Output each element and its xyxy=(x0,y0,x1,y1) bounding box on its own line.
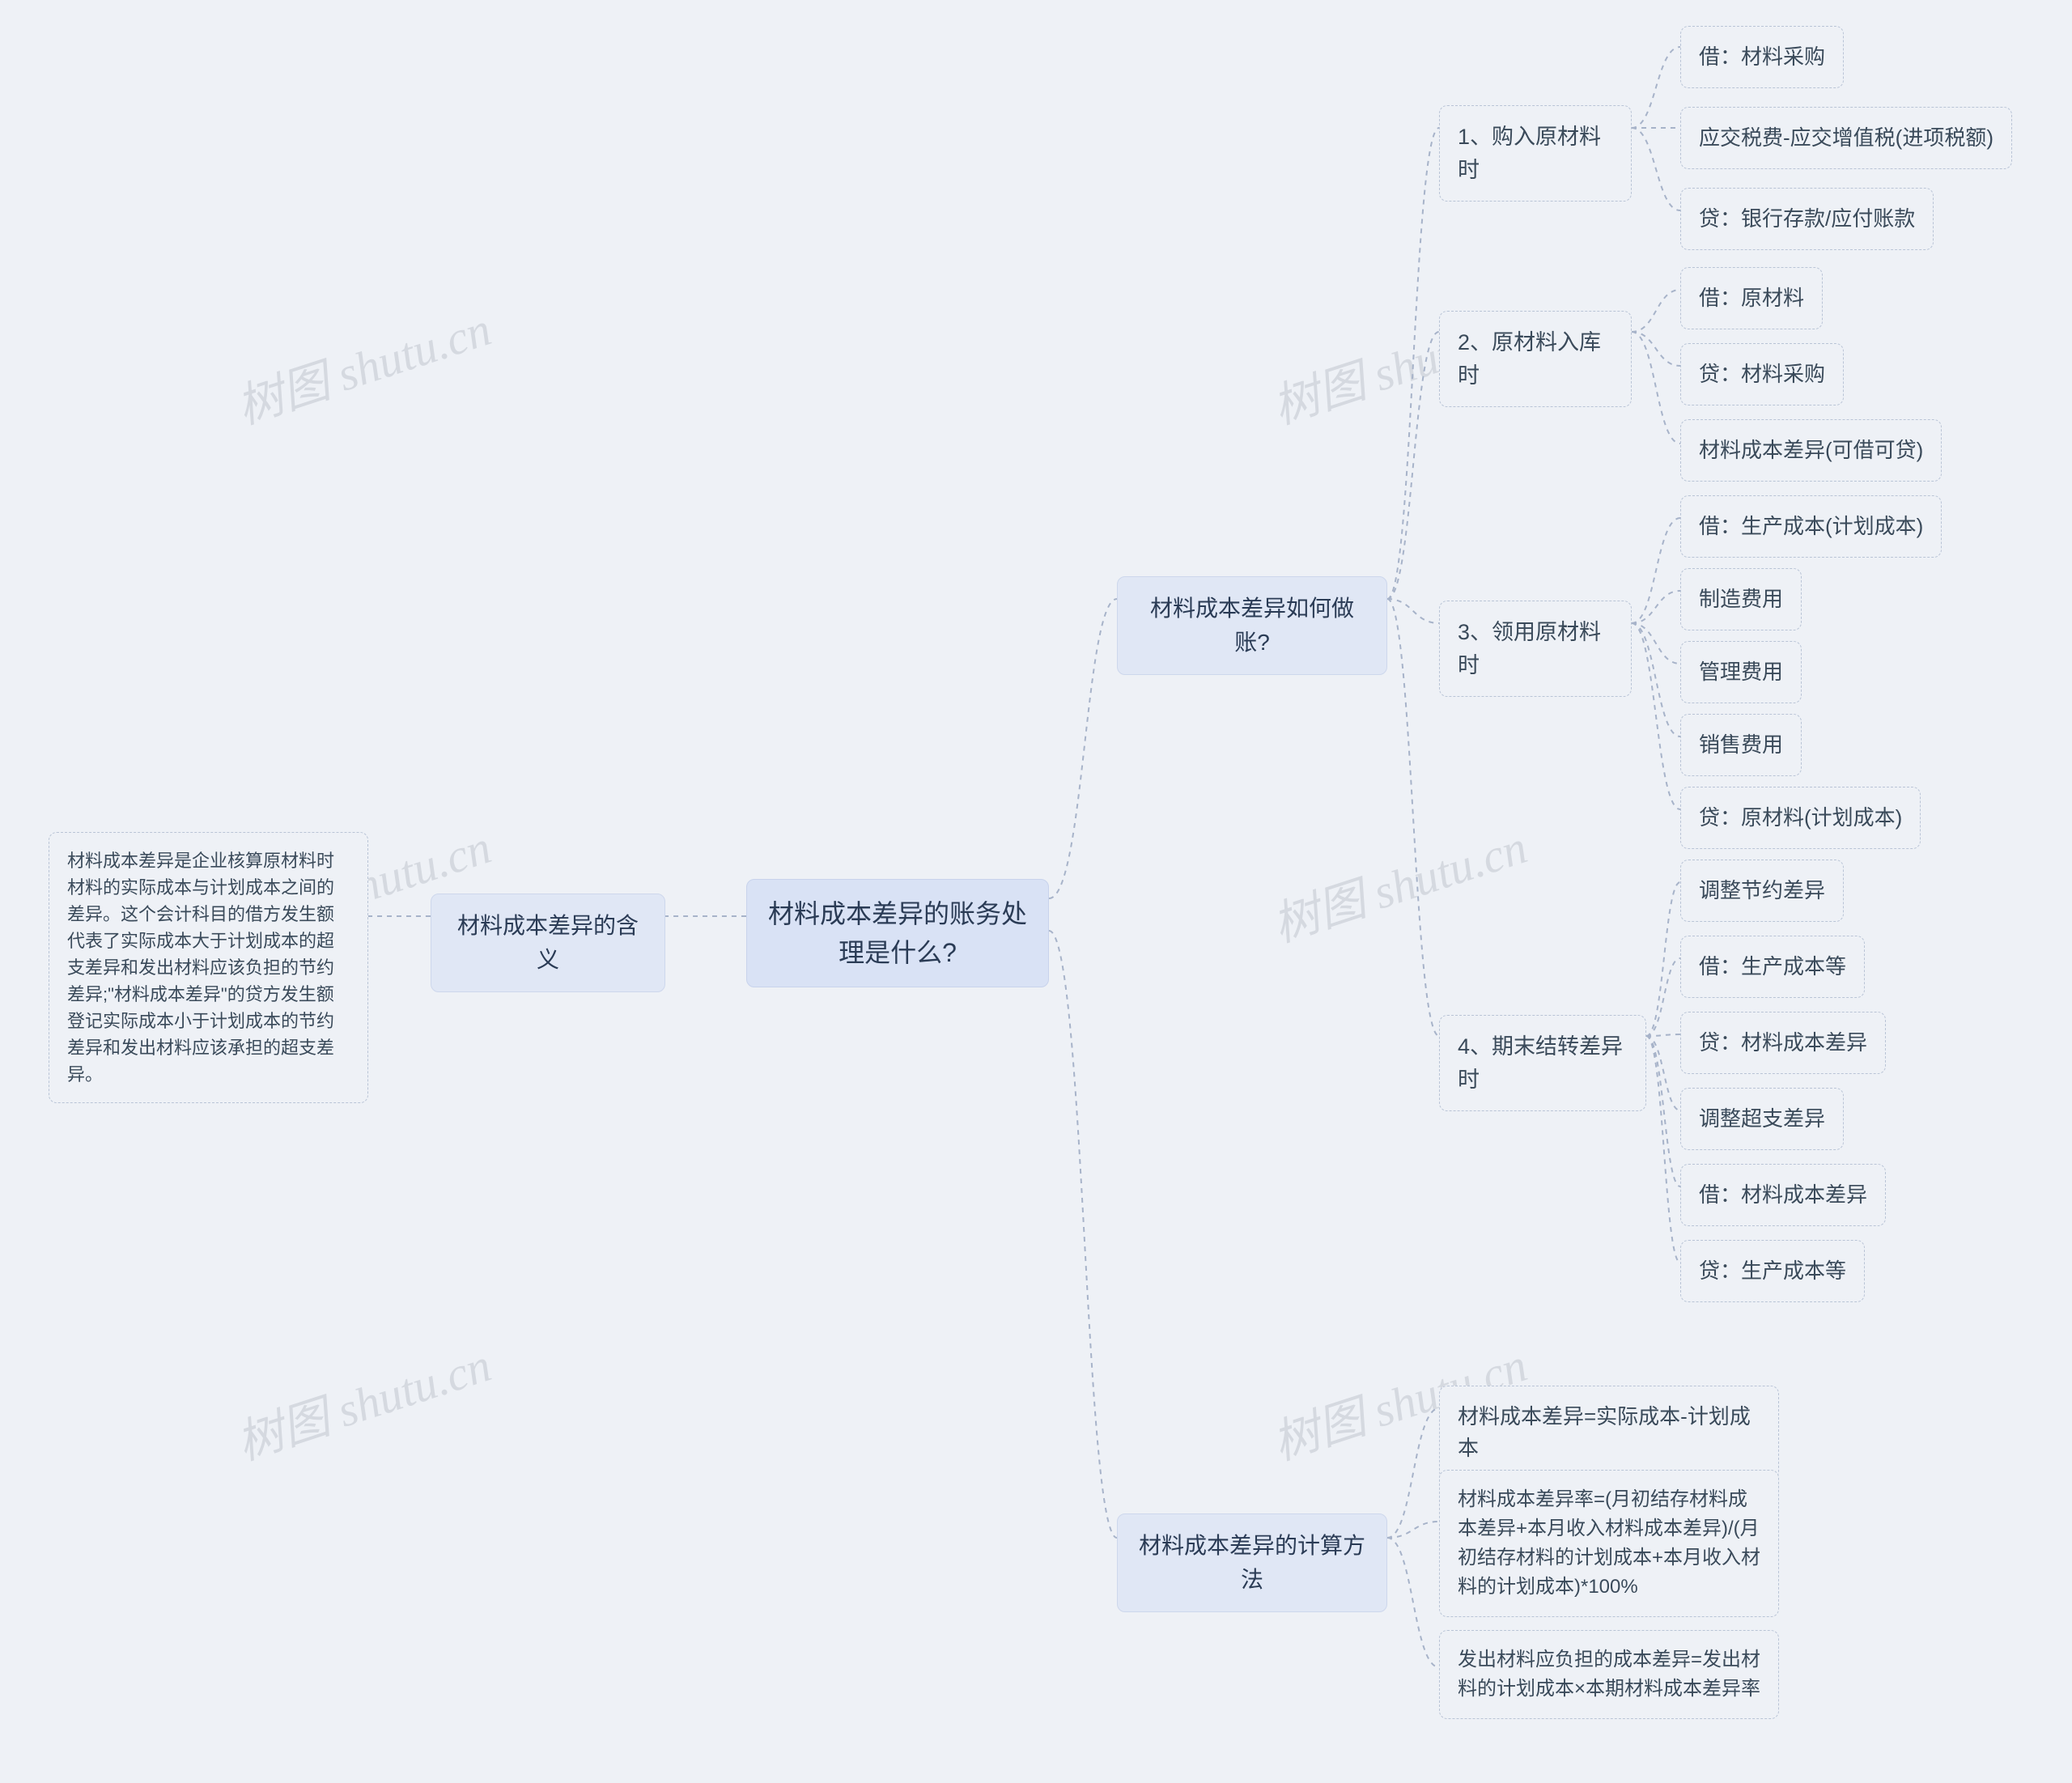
right-branch-1-label: 材料成本差异如何做账? xyxy=(1150,596,1354,655)
g1-item-2-text: 贷：银行存款/应付账款 xyxy=(1699,206,1915,231)
g1-item-1-text: 应交税费-应交增值税(进项税额) xyxy=(1699,125,1993,150)
b2-item-1-text: 材料成本差异率=(月初结存材料成本差异+本月收入材料成本差异)/(月初结存材料的… xyxy=(1458,1488,1760,1598)
g4-item-2[interactable]: 贷：材料成本差异 xyxy=(1680,1012,1886,1074)
group-3[interactable]: 3、领用原材料时 xyxy=(1439,601,1632,697)
g4-item-1-text: 借：生产成本等 xyxy=(1699,954,1846,979)
g3-item-2-text: 管理费用 xyxy=(1699,660,1783,684)
g3-item-1[interactable]: 制造费用 xyxy=(1680,568,1802,630)
group-2[interactable]: 2、原材料入库时 xyxy=(1439,311,1632,407)
g1-item-2[interactable]: 贷：银行存款/应付账款 xyxy=(1680,188,1934,250)
g3-item-1-text: 制造费用 xyxy=(1699,587,1783,611)
g3-item-3[interactable]: 销售费用 xyxy=(1680,714,1802,776)
left-branch-label: 材料成本差异的含义 xyxy=(457,913,639,972)
g1-item-1[interactable]: 应交税费-应交增值税(进项税额) xyxy=(1680,107,2012,169)
left-desc-text: 材料成本差异是企业核算原材料时材料的实际成本与计划成本之间的差异。这个会计科目的… xyxy=(67,851,334,1085)
g2-item-1[interactable]: 贷：材料采购 xyxy=(1680,343,1844,405)
g3-item-4-text: 贷：原材料(计划成本) xyxy=(1699,805,1902,830)
g1-item-0-text: 借：材料采购 xyxy=(1699,45,1825,69)
group-1-label: 1、购入原材料时 xyxy=(1458,125,1601,182)
b2-item-0[interactable]: 材料成本差异=实际成本-计划成本 xyxy=(1439,1386,1779,1479)
b2-item-2-text: 发出材料应负担的成本差异=发出材料的计划成本×本期材料成本差异率 xyxy=(1458,1649,1760,1700)
g2-item-0[interactable]: 借：原材料 xyxy=(1680,267,1823,329)
g4-item-5-text: 贷：生产成本等 xyxy=(1699,1259,1846,1283)
group-1[interactable]: 1、购入原材料时 xyxy=(1439,105,1632,202)
watermark: 树图 shutu.cn xyxy=(227,1327,498,1472)
right-branch-2-label: 材料成本差异的计算方法 xyxy=(1139,1533,1365,1592)
left-desc[interactable]: 材料成本差异是企业核算原材料时材料的实际成本与计划成本之间的差异。这个会计科目的… xyxy=(49,832,368,1103)
g3-item-4[interactable]: 贷：原材料(计划成本) xyxy=(1680,787,1921,849)
g4-item-3[interactable]: 调整超支差异 xyxy=(1680,1088,1844,1150)
g1-item-0[interactable]: 借：材料采购 xyxy=(1680,26,1844,88)
g3-item-0-text: 借：生产成本(计划成本) xyxy=(1699,514,1923,538)
g2-item-2[interactable]: 材料成本差异(可借可贷) xyxy=(1680,419,1942,482)
group-4[interactable]: 4、期末结转差异时 xyxy=(1439,1015,1646,1111)
g2-item-0-text: 借：原材料 xyxy=(1699,286,1804,310)
g4-item-2-text: 贷：材料成本差异 xyxy=(1699,1030,1867,1055)
right-branch-2[interactable]: 材料成本差异的计算方法 xyxy=(1117,1513,1387,1612)
g3-item-3-text: 销售费用 xyxy=(1699,732,1783,757)
group-4-label: 4、期末结转差异时 xyxy=(1458,1034,1623,1092)
g2-item-1-text: 贷：材料采购 xyxy=(1699,362,1825,386)
watermark: 树图 shutu.cn xyxy=(1263,809,1534,954)
g4-item-0-text: 调整节约差异 xyxy=(1699,878,1825,902)
b2-item-2[interactable]: 发出材料应负担的成本差异=发出材料的计划成本×本期材料成本差异率 xyxy=(1439,1630,1779,1719)
g4-item-3-text: 调整超支差异 xyxy=(1699,1106,1825,1131)
root-text: 材料成本差异的账务处理是什么? xyxy=(768,899,1027,967)
b2-item-1[interactable]: 材料成本差异率=(月初结存材料成本差异+本月收入材料成本差异)/(月初结存材料的… xyxy=(1439,1470,1779,1617)
root-node[interactable]: 材料成本差异的账务处理是什么? xyxy=(746,879,1049,987)
watermark: 树图 shutu.cn xyxy=(227,291,498,436)
g4-item-0[interactable]: 调整节约差异 xyxy=(1680,860,1844,922)
g4-item-4[interactable]: 借：材料成本差异 xyxy=(1680,1164,1886,1226)
left-branch[interactable]: 材料成本差异的含义 xyxy=(431,894,665,992)
g3-item-0[interactable]: 借：生产成本(计划成本) xyxy=(1680,495,1942,558)
group-2-label: 2、原材料入库时 xyxy=(1458,330,1601,388)
b2-item-0-text: 材料成本差异=实际成本-计划成本 xyxy=(1458,1404,1751,1460)
g2-item-2-text: 材料成本差异(可借可贷) xyxy=(1699,438,1923,462)
right-branch-1[interactable]: 材料成本差异如何做账? xyxy=(1117,576,1387,675)
group-3-label: 3、领用原材料时 xyxy=(1458,620,1601,677)
g3-item-2[interactable]: 管理费用 xyxy=(1680,641,1802,703)
g4-item-1[interactable]: 借：生产成本等 xyxy=(1680,936,1865,998)
g4-item-4-text: 借：材料成本差异 xyxy=(1699,1182,1867,1207)
g4-item-5[interactable]: 贷：生产成本等 xyxy=(1680,1240,1865,1302)
